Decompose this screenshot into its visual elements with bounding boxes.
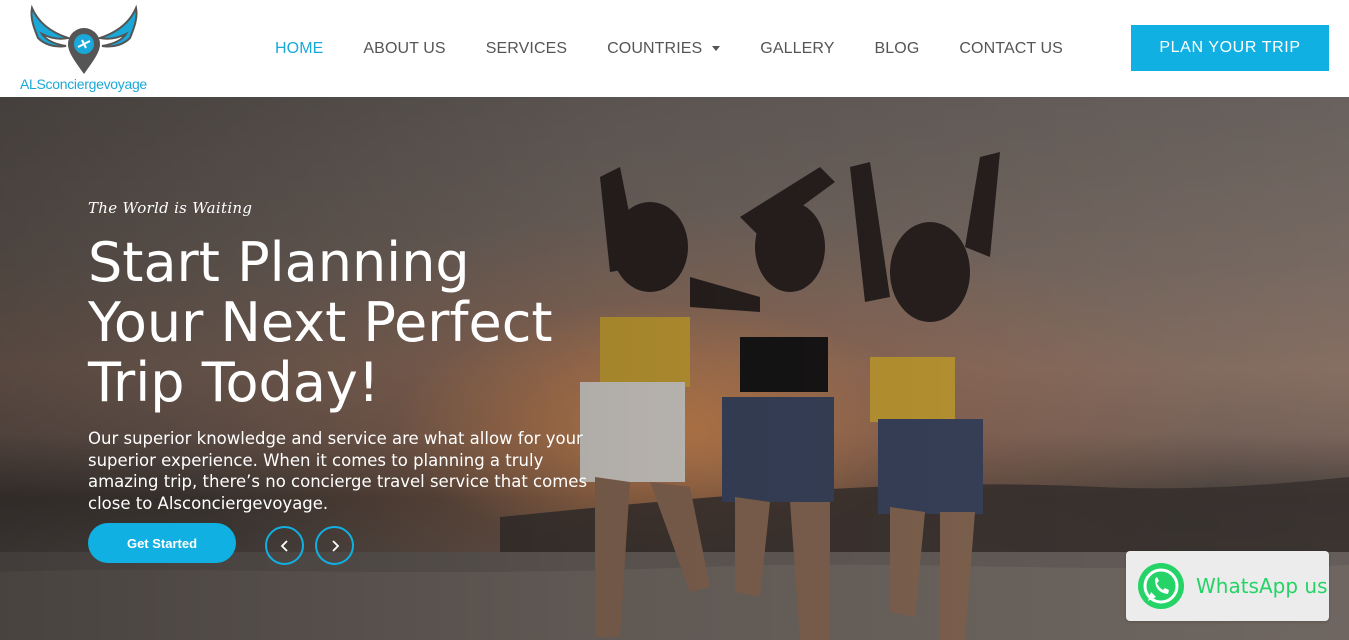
nav-item-gallery[interactable]: GALLERY <box>760 40 834 58</box>
logo-text: ALSconciergevoyage <box>20 76 147 92</box>
headline-line-3: Trip Today! <box>88 351 380 414</box>
nav-item-contact-us[interactable]: CONTACT US <box>959 40 1063 58</box>
nav-item-countries[interactable]: COUNTRIES <box>607 39 721 58</box>
headline-line-2: Your Next Perfect <box>88 291 553 354</box>
site-header: ALSconciergevoyage HOME ABOUT US SERVICE… <box>0 0 1349 97</box>
chevron-right-icon <box>331 539 339 552</box>
hero-description: Our superior knowledge and service are w… <box>88 429 588 513</box>
chevron-left-icon <box>280 539 288 552</box>
whatsapp-button[interactable]: WhatsApp us <box>1126 551 1329 621</box>
nav-item-blog[interactable]: BLOG <box>875 40 920 58</box>
get-started-button[interactable]: Get Started <box>88 523 236 563</box>
winged-pin-logo-icon <box>30 4 138 74</box>
nav-item-countries-label: COUNTRIES <box>607 39 703 57</box>
nav-item-services[interactable]: SERVICES <box>486 40 567 58</box>
hero-tagline: The World is Waiting <box>88 199 253 217</box>
whatsapp-icon <box>1138 563 1184 609</box>
main-nav: HOME ABOUT US SERVICES COUNTRIES GALLERY… <box>275 0 1103 97</box>
whatsapp-label: WhatsApp us <box>1196 574 1328 598</box>
slider-prev-button[interactable] <box>265 526 304 565</box>
headline-line-1: Start Planning <box>88 231 470 294</box>
slider-next-button[interactable] <box>315 526 354 565</box>
hero-headline: Start Planning Your Next Perfect Trip To… <box>88 233 648 413</box>
site-logo[interactable]: ALSconciergevoyage <box>18 2 148 94</box>
caret-down-icon <box>712 46 721 51</box>
nav-item-about-us[interactable]: ABOUT US <box>363 40 445 58</box>
nav-item-home[interactable]: HOME <box>275 40 323 58</box>
plan-your-trip-button[interactable]: PLAN YOUR TRIP <box>1131 25 1329 71</box>
